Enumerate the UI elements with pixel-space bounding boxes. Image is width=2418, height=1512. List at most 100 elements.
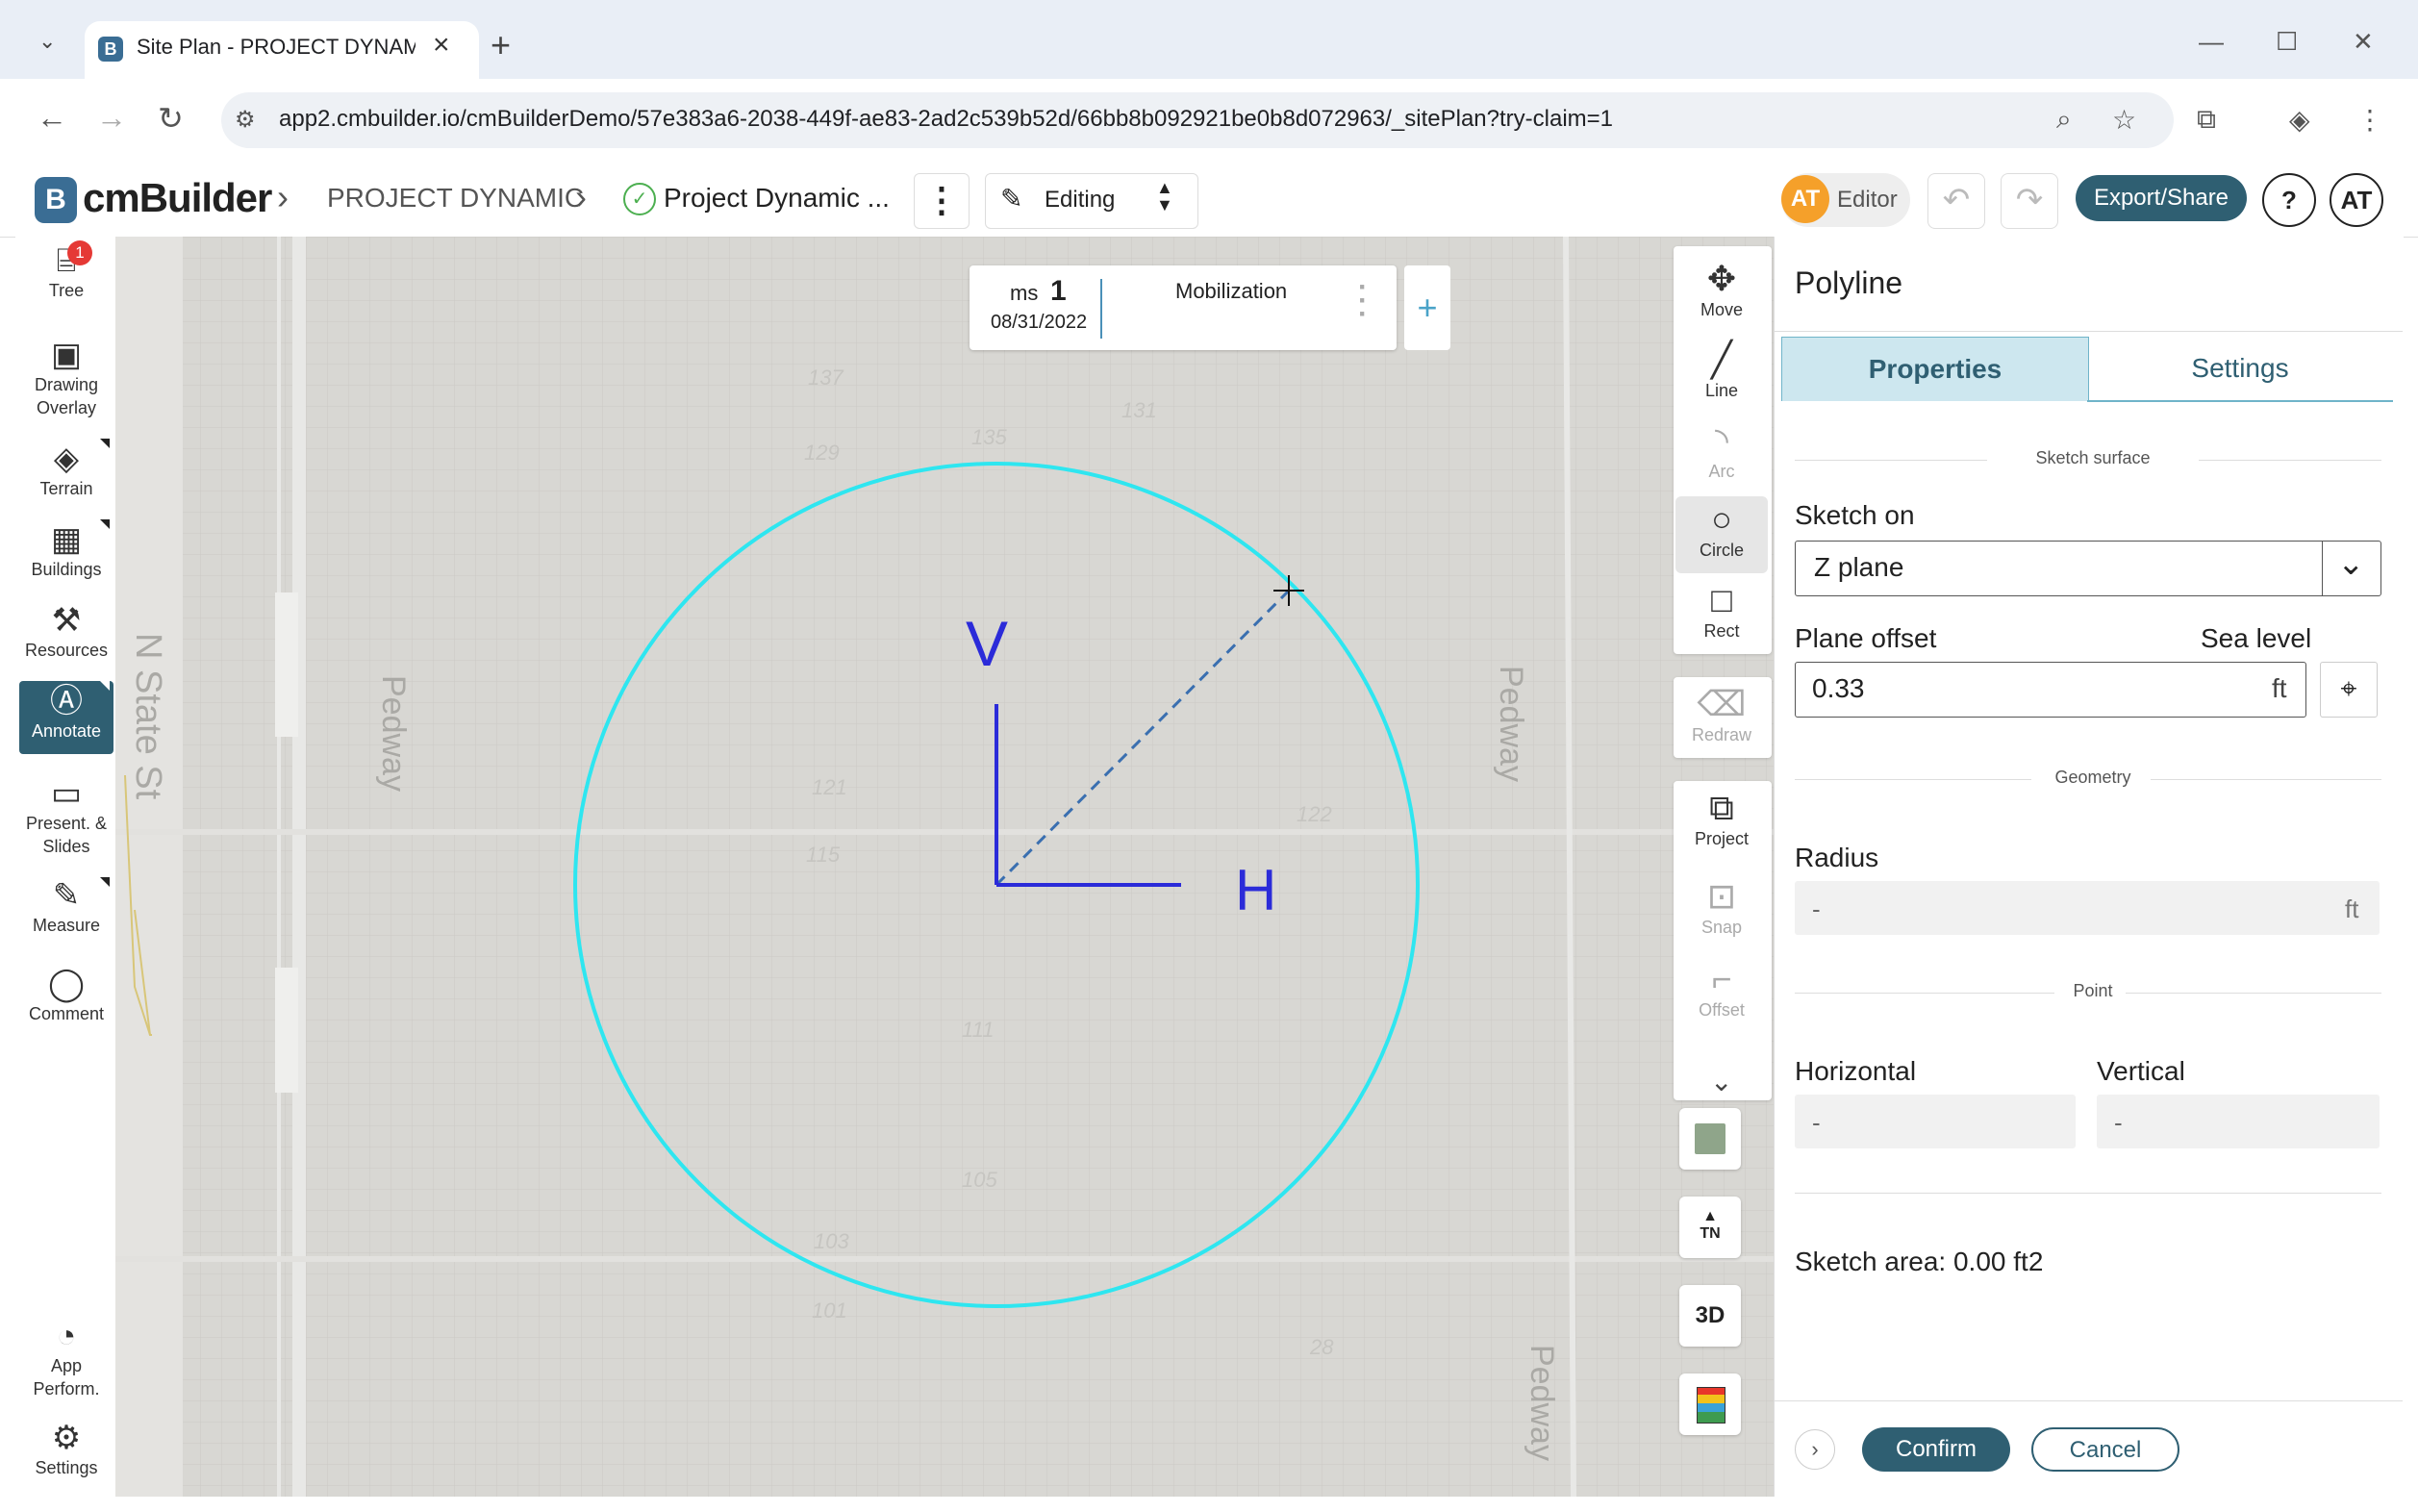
panel-title: Polyline <box>1795 265 1903 300</box>
reload-icon[interactable]: ↻ <box>158 100 184 137</box>
expand-corner-icon <box>100 877 110 887</box>
tab-title: Site Plan - PROJECT DYNAMIC | <box>137 35 416 59</box>
breadcrumb-plan[interactable]: Project Dynamic ... <box>664 183 890 214</box>
more-tools-chevron-icon[interactable]: ⌄ <box>1710 1066 1732 1097</box>
url-text[interactable]: app2.cmbuilder.io/cmBuilderDemo/57e383a6… <box>279 106 1613 133</box>
section-sketch-surface: Sketch surface <box>2035 448 2151 467</box>
tool-rect[interactable]: □ Rect <box>1675 579 1768 642</box>
plan-menu-button[interactable]: ⋮ <box>914 173 970 229</box>
tool-redraw[interactable]: ⌫ Redraw <box>1675 683 1768 745</box>
breadcrumb-chevron-icon: › <box>277 177 289 216</box>
extensions-icon[interactable]: ⧉ <box>2197 104 2216 136</box>
sidebar-item-label: Annotate <box>31 721 102 741</box>
tab-properties[interactable]: Properties <box>1781 337 2089 401</box>
map-drawing[interactable]: N State St Pedway Pedway Pedway 137 135 … <box>115 237 1774 1497</box>
contour-label: 101 <box>812 1298 847 1323</box>
horizontal-value: - <box>1812 1108 1821 1137</box>
forward-icon[interactable]: → <box>96 100 127 136</box>
resources-icon: ⚒ <box>51 602 82 639</box>
plane-offset-input[interactable] <box>1795 662 2306 718</box>
tool-project[interactable]: ⧉ Project <box>1675 787 1768 849</box>
breadcrumb-project[interactable]: PROJECT DYNAMIC <box>327 183 584 214</box>
street-label-pedway: Pedway <box>1524 1345 1560 1461</box>
view-3d-button[interactable]: 3D <box>1679 1285 1741 1347</box>
browser-menu-icon[interactable]: ⋮ <box>2356 104 2383 136</box>
tool-arc[interactable]: ◝ Arc <box>1675 419 1768 482</box>
vertical-field[interactable] <box>2097 1095 2380 1148</box>
confirm-button[interactable]: Confirm <box>1862 1427 2010 1472</box>
contour-label: 135 <box>971 425 1007 449</box>
logo-icon[interactable]: B <box>35 177 77 223</box>
sidebar-item-label: Tree <box>48 281 85 300</box>
sidebar-item-label: Comment <box>28 1004 105 1023</box>
tool-label: Arc <box>1708 462 1735 481</box>
tab-settings[interactable]: Settings <box>2087 337 2393 402</box>
contour-label: 121 <box>812 775 847 799</box>
sidebar-item-annotate[interactable]: Ⓐ Annotate <box>19 681 113 754</box>
milestone-divider <box>1100 279 1102 339</box>
maximize-icon[interactable]: ☐ <box>2276 27 2298 57</box>
milestone-name: Mobilization <box>1175 279 1288 303</box>
chevron-down-icon[interactable]: ⌄ <box>2337 544 2365 583</box>
layers-color-button[interactable] <box>1679 1373 1741 1435</box>
sidebar-item-label: Settings <box>35 1458 98 1477</box>
new-tab-icon[interactable]: + <box>491 25 511 65</box>
sidebar-item-drawing-overlay[interactable]: ▣ Drawing Overlay <box>19 337 113 419</box>
add-milestone-button[interactable]: + <box>1404 265 1450 350</box>
street-label-pedway: Pedway <box>375 675 412 792</box>
minimize-icon[interactable]: — <box>2199 27 2224 57</box>
sidebar-item-label: Measure <box>32 916 101 935</box>
site-info-icon[interactable]: ⚙ <box>235 106 256 134</box>
comment-icon: ◯ <box>47 966 86 1002</box>
tool-offset[interactable]: ⌐ Offset <box>1675 958 1768 1021</box>
tab-close-icon[interactable]: × <box>433 29 450 62</box>
milestone-prefix: ms <box>1010 281 1039 305</box>
sidebar-item-resources[interactable]: ⚒ Resources <box>19 602 113 662</box>
help-button[interactable]: ? <box>2262 173 2316 227</box>
back-icon[interactable]: ← <box>37 100 67 136</box>
export-share-button[interactable]: Export/Share <box>2076 175 2247 221</box>
map-thumbnail-button[interactable] <box>1679 1108 1741 1170</box>
tree-icon: ⌸ <box>56 242 77 279</box>
north-arrow-icon: ▲ <box>1702 1208 1718 1224</box>
sidebar-item-comment[interactable]: ◯ Comment <box>19 966 113 1025</box>
axis-v-label: V <box>966 608 1008 679</box>
undo-button[interactable]: ↶ <box>1927 173 1985 229</box>
sidebar-item-label: Buildings <box>31 560 102 579</box>
close-window-icon[interactable]: ✕ <box>2353 27 2374 57</box>
expand-panel-chevron-icon[interactable]: › <box>1795 1429 1835 1470</box>
role-label: Editor <box>1837 187 1898 213</box>
move-arrows-icon: ✥ <box>1706 259 1737 298</box>
sidebar-item-terrain[interactable]: ◈ Terrain <box>19 441 113 500</box>
sidebar-item-settings[interactable]: ⚙ Settings <box>19 1420 113 1479</box>
sidebar-item-presentation[interactable]: ▭ Present. & Slides <box>19 775 113 858</box>
sidebar-item-app-performance[interactable]: ◔ App Perform. <box>19 1318 113 1400</box>
profile-extension-icon[interactable]: ◈ <box>2289 104 2310 136</box>
sidebar-item-tree[interactable]: ⌸ Tree <box>19 242 113 302</box>
radius-field[interactable] <box>1795 881 2380 935</box>
left-sidebar <box>15 237 116 1497</box>
milestone-menu-icon[interactable]: · · · <box>1358 273 1368 329</box>
tab-search-chevron-icon[interactable]: ⌄ <box>38 29 56 54</box>
arc-icon: ◝ <box>1715 420 1728 460</box>
horizontal-field[interactable] <box>1795 1095 2076 1148</box>
user-avatar[interactable]: AT <box>1781 175 1829 223</box>
map-canvas[interactable]: N State St Pedway Pedway Pedway 137 135 … <box>115 237 1774 1497</box>
pick-point-button[interactable]: ⌖ <box>2320 662 2378 718</box>
true-north-button[interactable]: ▲ TN <box>1679 1197 1741 1258</box>
sidebar-item-buildings[interactable]: ▦ Buildings <box>19 521 113 581</box>
milestone-date: 08/31/2022 <box>991 312 1088 333</box>
redo-button[interactable]: ↷ <box>2001 173 2058 229</box>
sketch-on-value: Z plane <box>1814 552 1904 582</box>
profile-button[interactable]: AT <box>2330 173 2383 227</box>
tool-line[interactable]: ╱ Line <box>1675 339 1768 401</box>
logo-text[interactable]: cmBuilder <box>83 175 272 221</box>
tool-circle[interactable]: ○ Circle <box>1675 496 1768 573</box>
sidebar-item-label: Resources <box>24 641 109 660</box>
breadcrumb-chevron-icon: › <box>575 177 587 216</box>
cancel-button[interactable]: Cancel <box>2031 1427 2179 1472</box>
tool-move[interactable]: ✥ Move <box>1675 258 1768 320</box>
bookmark-star-icon[interactable]: ☆ <box>2112 104 2136 136</box>
zoom-icon[interactable]: ⌕ <box>2056 104 2072 136</box>
tool-snap[interactable]: ⊡ Snap <box>1675 875 1768 938</box>
